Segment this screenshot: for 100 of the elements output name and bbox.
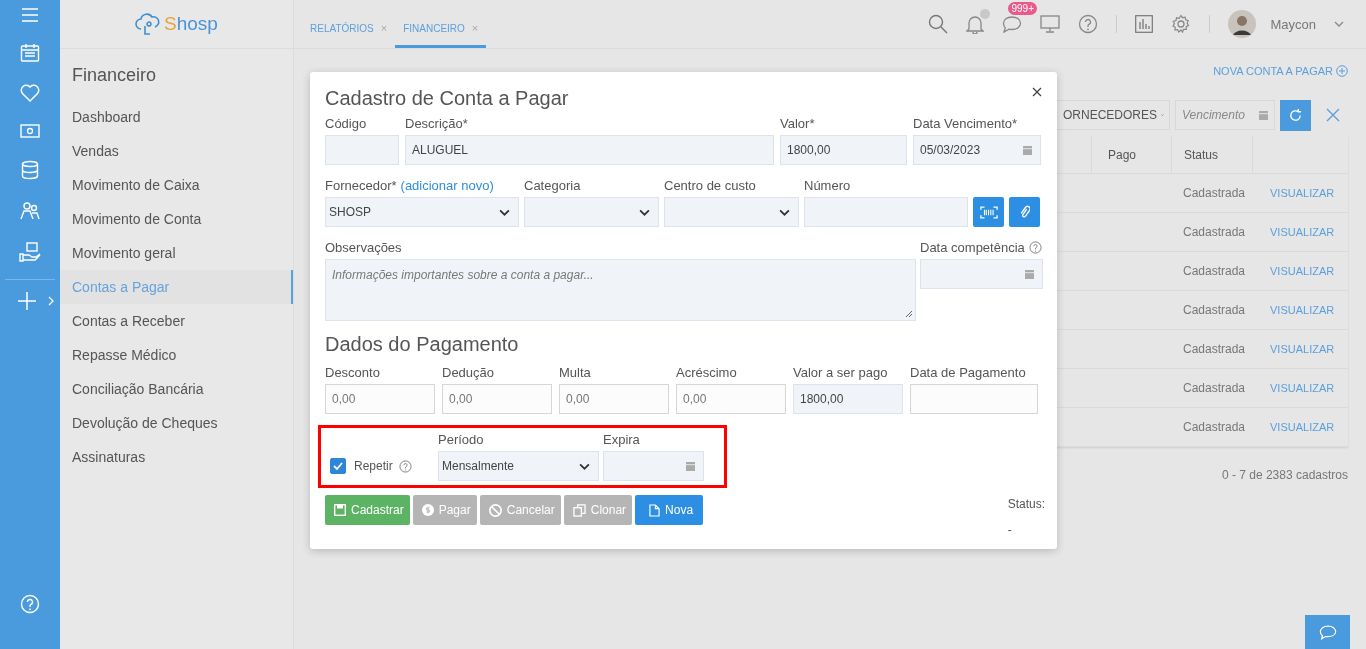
menu-item[interactable]: Dashboard [60, 100, 293, 134]
resize-grip-icon[interactable] [905, 310, 913, 318]
menu-item[interactable]: Assinaturas [60, 440, 293, 474]
table-cell: Cadastrada [1183, 186, 1246, 200]
field-label: Observações [325, 240, 403, 255]
menu-item[interactable]: Movimento de Conta [60, 202, 293, 236]
menu-item[interactable]: Conciliação Bancária [60, 372, 293, 406]
save-icon [334, 504, 346, 516]
input-field[interactable]: 1800,00 [780, 135, 907, 165]
field-label: Descrição* [405, 116, 469, 131]
chat-button[interactable] [1305, 615, 1350, 649]
help-icon[interactable] [1028, 241, 1042, 254]
group-icon[interactable] [19, 201, 41, 221]
input-field[interactable]: 05/03/2023 [913, 135, 1041, 165]
cancel-icon [488, 503, 502, 517]
notification-dot [980, 9, 991, 19]
repeat-checkbox[interactable] [330, 458, 346, 474]
close-icon[interactable] [1032, 87, 1042, 97]
view-link[interactable]: VISUALIZAR [1270, 343, 1335, 355]
view-link[interactable]: VISUALIZAR [1270, 304, 1335, 316]
field-label: Data de Pagamento [910, 365, 1027, 380]
barcode-button[interactable] [973, 197, 1004, 227]
table-cell: Cadastrada [1183, 225, 1246, 239]
view-link[interactable]: VISUALIZAR [1270, 265, 1335, 277]
settings-icon[interactable] [1171, 14, 1192, 34]
date-field[interactable]: Vencimento [1175, 100, 1275, 130]
table-cell: Cadastrada [1183, 381, 1246, 395]
column-header: Pago [1091, 136, 1171, 173]
field-label: Data competência [920, 240, 1025, 255]
checkbox-label: Repetir [354, 459, 393, 473]
chat-icon[interactable] [1002, 15, 1023, 33]
date-field[interactable] [603, 451, 704, 481]
heart-icon[interactable] [20, 84, 40, 102]
field-label: Fornecedor* [325, 178, 397, 193]
field-label: Número [804, 178, 852, 193]
menu-icon[interactable] [21, 8, 39, 22]
menu-item[interactable]: Contas a Receber [60, 304, 293, 338]
search-icon[interactable] [928, 14, 949, 34]
action-button[interactable]: Cadastrar [325, 495, 410, 525]
logo[interactable]: Shosp [135, 12, 218, 36]
table-cell: Cadastrada [1183, 303, 1246, 317]
field-label: Centro de custo [664, 178, 757, 193]
user-name[interactable]: Maycon [1270, 16, 1316, 32]
field-label: Categoria [524, 178, 582, 193]
hand-icon[interactable] [19, 242, 41, 262]
menu-item[interactable]: Movimento de Caixa [60, 168, 293, 202]
table-cell: Cadastrada [1183, 342, 1246, 356]
status-value: - [1007, 523, 1013, 537]
table-cell: Cadastrada [1183, 264, 1246, 278]
avatar[interactable] [1228, 10, 1257, 38]
menu-item[interactable]: Vendas [60, 134, 293, 168]
cash-icon[interactable] [20, 123, 40, 139]
field-label: Valor a ser pago [793, 365, 889, 380]
chevron-icon[interactable] [1334, 21, 1344, 27]
chart-icon[interactable] [1135, 15, 1154, 33]
tab[interactable]: FINANCEIRO × [395, 0, 487, 48]
document-icon [649, 503, 661, 517]
date-field[interactable] [920, 259, 1043, 289]
status-label: Status: [1007, 497, 1045, 511]
chat-icon [1318, 624, 1337, 640]
number-field[interactable] [804, 197, 968, 227]
input-field[interactable] [325, 135, 399, 165]
view-link[interactable]: VISUALIZAR [1270, 421, 1335, 433]
notes-field[interactable]: Informações importantes sobre a conta a pagar... [325, 259, 916, 321]
calendar-icon[interactable] [20, 43, 40, 63]
bell-icon[interactable] [966, 14, 985, 34]
action-button[interactable]: Nova [635, 495, 704, 525]
view-link[interactable]: VISUALIZAR [1270, 226, 1335, 238]
field-label: Valor* [780, 116, 816, 131]
menu-item[interactable]: Movimento geral [60, 236, 293, 270]
plus-icon[interactable] [18, 292, 36, 310]
pagination-text: 0 - 7 de 2383 cadastros [1221, 468, 1348, 482]
caret-icon [579, 462, 590, 470]
field-label: Acréscimo [676, 365, 738, 380]
calendar-icon [686, 461, 695, 471]
menu-item[interactable]: Repasse Médico [60, 338, 293, 372]
count-badge: 999+ [1008, 2, 1037, 15]
help-icon[interactable] [398, 459, 412, 473]
caret-icon [499, 208, 510, 216]
caret-icon [639, 208, 650, 216]
menu-title: Financeiro [71, 64, 158, 87]
input-field[interactable]: ALUGUEL [405, 135, 774, 165]
input-field[interactable]: 1800,00 [793, 384, 903, 414]
field-label: Código [325, 116, 368, 131]
help-icon[interactable] [1078, 14, 1099, 34]
view-link[interactable]: VISUALIZAR [1270, 382, 1335, 394]
copy-icon [572, 503, 586, 517]
refresh-icon [1288, 107, 1303, 123]
new-bill-link[interactable]: NOVA CONTA A PAGAR [1213, 65, 1348, 77]
calendar-icon [1259, 110, 1268, 120]
supplier-select[interactable]: SHOSP [325, 197, 519, 227]
database-icon[interactable] [21, 160, 39, 180]
add-new-link[interactable]: (adicionar novo) [400, 178, 494, 193]
view-link[interactable]: VISUALIZAR [1270, 187, 1335, 199]
attach-button[interactable] [1009, 197, 1040, 227]
coin-icon [421, 504, 434, 516]
period-select[interactable]: Mensalmente [438, 451, 599, 481]
refresh-button[interactable] [1280, 99, 1311, 131]
monitor-icon[interactable] [1040, 15, 1061, 33]
menu-item[interactable]: Devolução de Cheques [60, 406, 293, 440]
